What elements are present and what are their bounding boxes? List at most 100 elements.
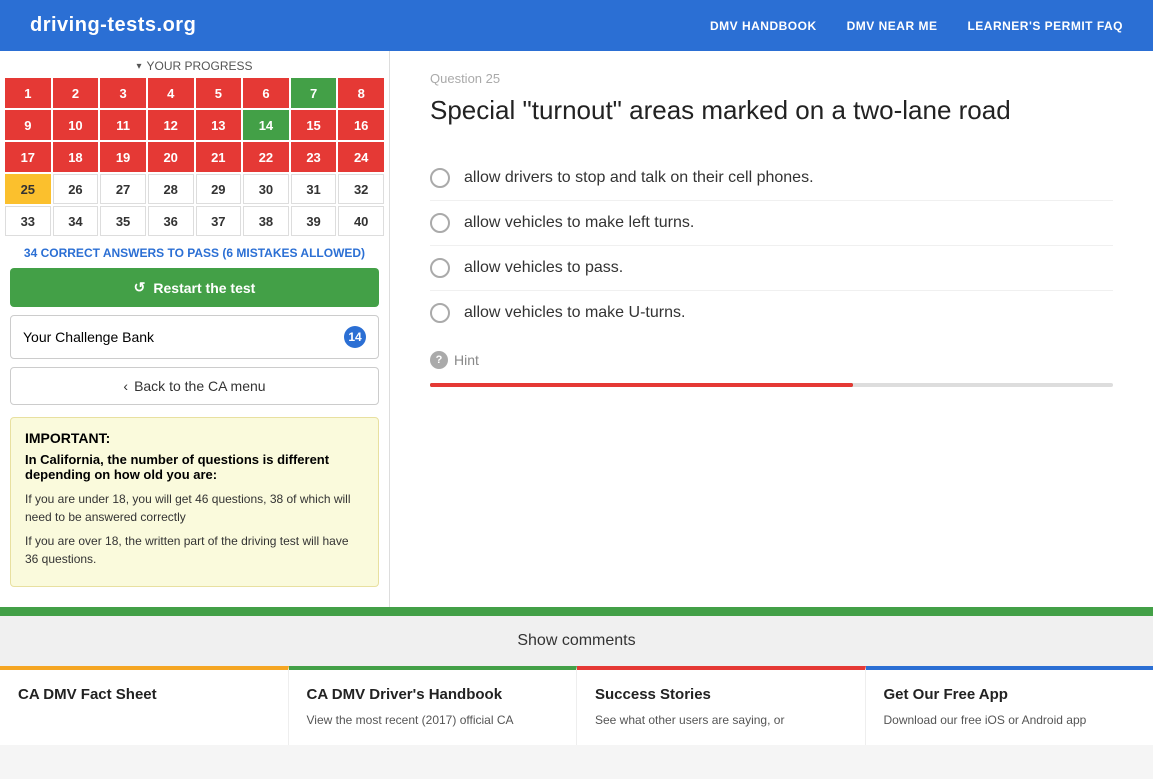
answer-option-b[interactable]: allow vehicles to make left turns. bbox=[430, 201, 1113, 246]
question-grid: 1234567891011121314151617181920212223242… bbox=[0, 78, 389, 236]
right-panel: Question 25 Special "turnout" areas mark… bbox=[390, 51, 1153, 607]
restart-icon: ↺ bbox=[134, 279, 146, 296]
grid-cell-29[interactable]: 29 bbox=[196, 174, 242, 204]
card-title-success-stories: Success Stories bbox=[595, 686, 847, 703]
card-text-success-stories: See what other users are saying, or bbox=[595, 711, 847, 729]
bottom-card-free-app: Get Our Free App Download our free iOS o… bbox=[866, 666, 1153, 745]
grid-cell-1[interactable]: 1 bbox=[5, 78, 51, 108]
bottom-card-ca-dmv-fact: CA DMV Fact Sheet bbox=[0, 666, 289, 745]
grid-cell-21[interactable]: 21 bbox=[196, 142, 242, 172]
grid-cell-10[interactable]: 10 bbox=[53, 110, 99, 140]
restart-label: Restart the test bbox=[153, 280, 255, 296]
bottom-cards: CA DMV Fact Sheet CA DMV Driver's Handbo… bbox=[0, 666, 1153, 745]
header: driving-tests.org DMV HANDBOOK DMV NEAR … bbox=[0, 0, 1153, 51]
progress-header: ▾ YOUR PROGRESS bbox=[0, 51, 389, 78]
question-number: Question 25 bbox=[430, 71, 1113, 86]
grid-cell-15[interactable]: 15 bbox=[291, 110, 337, 140]
grid-cell-3[interactable]: 3 bbox=[100, 78, 146, 108]
grid-cell-25[interactable]: 25 bbox=[5, 174, 51, 204]
grid-cell-17[interactable]: 17 bbox=[5, 142, 51, 172]
grid-cell-40[interactable]: 40 bbox=[338, 206, 384, 236]
hint-icon: ? bbox=[430, 351, 448, 369]
grid-cell-32[interactable]: 32 bbox=[338, 174, 384, 204]
pass-info: 34 CORRECT ANSWERS TO PASS (6 MISTAKES A… bbox=[0, 236, 389, 268]
important-box: IMPORTANT: In California, the number of … bbox=[10, 417, 379, 587]
answers-container: allow drivers to stop and talk on their … bbox=[430, 156, 1113, 335]
main-content: ▾ YOUR PROGRESS 123456789101112131415161… bbox=[0, 51, 1153, 607]
grid-cell-2[interactable]: 2 bbox=[53, 78, 99, 108]
grid-cell-9[interactable]: 9 bbox=[5, 110, 51, 140]
progress-label: YOUR PROGRESS bbox=[147, 59, 253, 73]
grid-cell-12[interactable]: 12 bbox=[148, 110, 194, 140]
answer-option-c[interactable]: allow vehicles to pass. bbox=[430, 246, 1113, 291]
grid-cell-20[interactable]: 20 bbox=[148, 142, 194, 172]
back-icon: ‹ bbox=[123, 378, 128, 394]
challenge-bank-badge: 14 bbox=[344, 326, 366, 348]
grid-cell-5[interactable]: 5 bbox=[196, 78, 242, 108]
grid-cell-14[interactable]: 14 bbox=[243, 110, 289, 140]
important-p1: If you are under 18, you will get 46 que… bbox=[25, 490, 364, 526]
important-p2: If you are over 18, the written part of … bbox=[25, 532, 364, 568]
nav-dmv-handbook[interactable]: DMV HANDBOOK bbox=[710, 19, 817, 33]
grid-cell-35[interactable]: 35 bbox=[100, 206, 146, 236]
bottom-card-success-stories: Success Stories See what other users are… bbox=[577, 666, 866, 745]
back-to-ca-menu-button[interactable]: ‹ Back to the CA menu bbox=[10, 367, 379, 405]
grid-cell-8[interactable]: 8 bbox=[338, 78, 384, 108]
grid-cell-22[interactable]: 22 bbox=[243, 142, 289, 172]
card-text-free-app: Download our free iOS or Android app bbox=[884, 711, 1136, 729]
grid-cell-18[interactable]: 18 bbox=[53, 142, 99, 172]
grid-cell-37[interactable]: 37 bbox=[196, 206, 242, 236]
question-text: Special "turnout" areas marked on a two-… bbox=[430, 94, 1113, 128]
grid-cell-24[interactable]: 24 bbox=[338, 142, 384, 172]
back-menu-label: Back to the CA menu bbox=[134, 378, 266, 394]
grid-cell-34[interactable]: 34 bbox=[53, 206, 99, 236]
grid-cell-6[interactable]: 6 bbox=[243, 78, 289, 108]
grid-cell-27[interactable]: 27 bbox=[100, 174, 146, 204]
card-title-free-app: Get Our Free App bbox=[884, 686, 1136, 703]
radio-circle-d bbox=[430, 303, 450, 323]
grid-cell-7[interactable]: 7 bbox=[291, 78, 337, 108]
grid-cell-38[interactable]: 38 bbox=[243, 206, 289, 236]
show-comments-bar[interactable]: Show comments bbox=[0, 613, 1153, 666]
important-bold: In California, the number of questions i… bbox=[25, 452, 364, 482]
progress-bar bbox=[430, 383, 1113, 387]
bottom-card-ca-dmv-handbook: CA DMV Driver's Handbook View the most r… bbox=[289, 666, 578, 745]
grid-cell-11[interactable]: 11 bbox=[100, 110, 146, 140]
answer-text-c: allow vehicles to pass. bbox=[464, 259, 623, 277]
answer-text-d: allow vehicles to make U-turns. bbox=[464, 304, 685, 322]
radio-circle-c bbox=[430, 258, 450, 278]
left-panel: ▾ YOUR PROGRESS 123456789101112131415161… bbox=[0, 51, 390, 607]
progress-bar-red bbox=[430, 383, 853, 387]
radio-circle-a bbox=[430, 168, 450, 188]
grid-cell-30[interactable]: 30 bbox=[243, 174, 289, 204]
radio-circle-b bbox=[430, 213, 450, 233]
nav-dmv-near-me[interactable]: DMV NEAR ME bbox=[847, 19, 938, 33]
important-title: IMPORTANT: bbox=[25, 430, 364, 446]
hint-label: Hint bbox=[454, 352, 479, 368]
grid-cell-31[interactable]: 31 bbox=[291, 174, 337, 204]
grid-cell-23[interactable]: 23 bbox=[291, 142, 337, 172]
site-logo: driving-tests.org bbox=[30, 14, 196, 37]
grid-cell-19[interactable]: 19 bbox=[100, 142, 146, 172]
challenge-bank-button[interactable]: Your Challenge Bank 14 bbox=[10, 315, 379, 359]
challenge-bank-label: Your Challenge Bank bbox=[23, 329, 154, 345]
grid-cell-36[interactable]: 36 bbox=[148, 206, 194, 236]
grid-cell-26[interactable]: 26 bbox=[53, 174, 99, 204]
nav-learners-permit-faq[interactable]: LEARNER'S PERMIT FAQ bbox=[967, 19, 1123, 33]
grid-cell-28[interactable]: 28 bbox=[148, 174, 194, 204]
grid-cell-16[interactable]: 16 bbox=[338, 110, 384, 140]
answer-text-b: allow vehicles to make left turns. bbox=[464, 214, 694, 232]
grid-cell-4[interactable]: 4 bbox=[148, 78, 194, 108]
card-title-ca-dmv-handbook: CA DMV Driver's Handbook bbox=[307, 686, 559, 703]
grid-cell-13[interactable]: 13 bbox=[196, 110, 242, 140]
answer-option-d[interactable]: allow vehicles to make U-turns. bbox=[430, 291, 1113, 335]
restart-test-button[interactable]: ↺ Restart the test bbox=[10, 268, 379, 307]
chevron-down-icon: ▾ bbox=[136, 61, 141, 72]
grid-cell-39[interactable]: 39 bbox=[291, 206, 337, 236]
grid-cell-33[interactable]: 33 bbox=[5, 206, 51, 236]
hint-section[interactable]: ? Hint bbox=[430, 351, 1113, 369]
card-title-ca-dmv-fact: CA DMV Fact Sheet bbox=[18, 686, 270, 703]
answer-text-a: allow drivers to stop and talk on their … bbox=[464, 169, 814, 187]
answer-option-a[interactable]: allow drivers to stop and talk on their … bbox=[430, 156, 1113, 201]
card-text-ca-dmv-handbook: View the most recent (2017) official CA bbox=[307, 711, 559, 729]
